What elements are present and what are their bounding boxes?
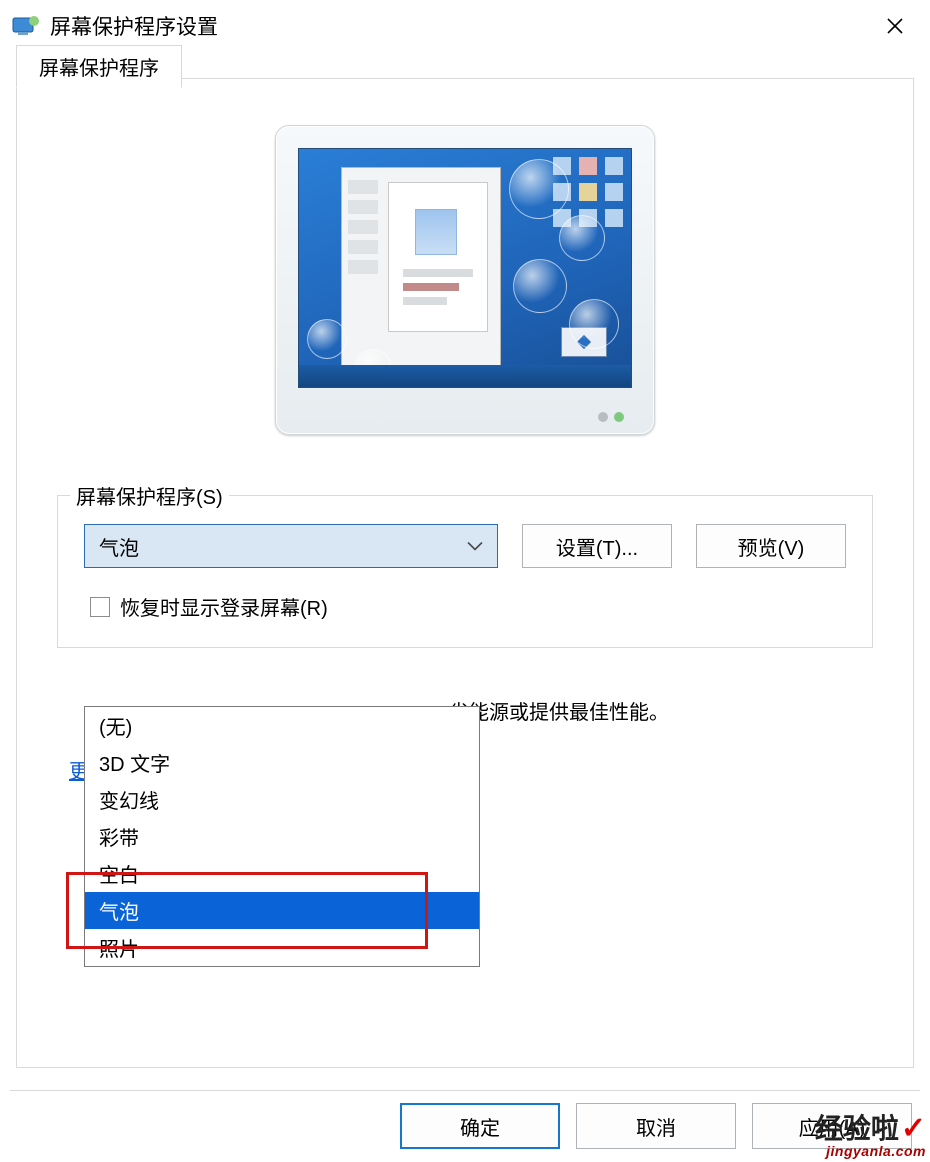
watermark-brand: 经验啦 — [815, 1113, 899, 1144]
combobox-value: 气泡 — [99, 532, 139, 561]
chevron-down-icon — [467, 535, 483, 558]
check-icon: ✓ — [901, 1112, 926, 1145]
screensaver-group: 屏幕保护程序(S) 气泡 设置(T)... 预览(V) 恢复时显示登录屏幕(R) — [57, 495, 873, 648]
close-button[interactable] — [872, 6, 918, 46]
dropdown-option[interactable]: (无) — [85, 707, 479, 744]
settings-button[interactable]: 设置(T)... — [522, 524, 672, 568]
tab-screensaver[interactable]: 屏幕保护程序 — [16, 45, 182, 88]
dropdown-option[interactable]: 3D 文字 — [85, 744, 479, 781]
group-legend: 屏幕保护程序(S) — [70, 481, 229, 510]
ok-button[interactable]: 确定 — [400, 1103, 560, 1149]
dropdown-option[interactable]: 照片 — [85, 929, 479, 966]
resume-checkbox[interactable] — [90, 597, 110, 617]
close-icon — [886, 17, 904, 35]
preview-screen — [298, 148, 632, 388]
screensaver-combobox[interactable]: 气泡 — [84, 524, 498, 568]
preview-button[interactable]: 预览(V) — [696, 524, 846, 568]
cancel-button[interactable]: 取消 — [576, 1103, 736, 1149]
screensaver-dropdown-list[interactable]: (无)3D 文字变幻线彩带空白气泡照片 — [84, 706, 480, 967]
watermark: 经验啦✓ jingyanla.com — [815, 1114, 926, 1158]
app-icon — [12, 14, 40, 38]
dropdown-option[interactable]: 变幻线 — [85, 781, 479, 818]
watermark-url: jingyanla.com — [815, 1144, 926, 1158]
dialog-button-row: 确定 取消 应用(A) — [10, 1090, 920, 1150]
window-title: 屏幕保护程序设置 — [50, 11, 872, 41]
dropdown-option[interactable]: 空白 — [85, 855, 479, 892]
dropdown-option[interactable]: 彩带 — [85, 818, 479, 855]
resume-label: 恢复时显示登录屏幕(R) — [120, 592, 328, 621]
preview-monitor — [275, 125, 655, 435]
dropdown-option[interactable]: 气泡 — [85, 892, 479, 929]
